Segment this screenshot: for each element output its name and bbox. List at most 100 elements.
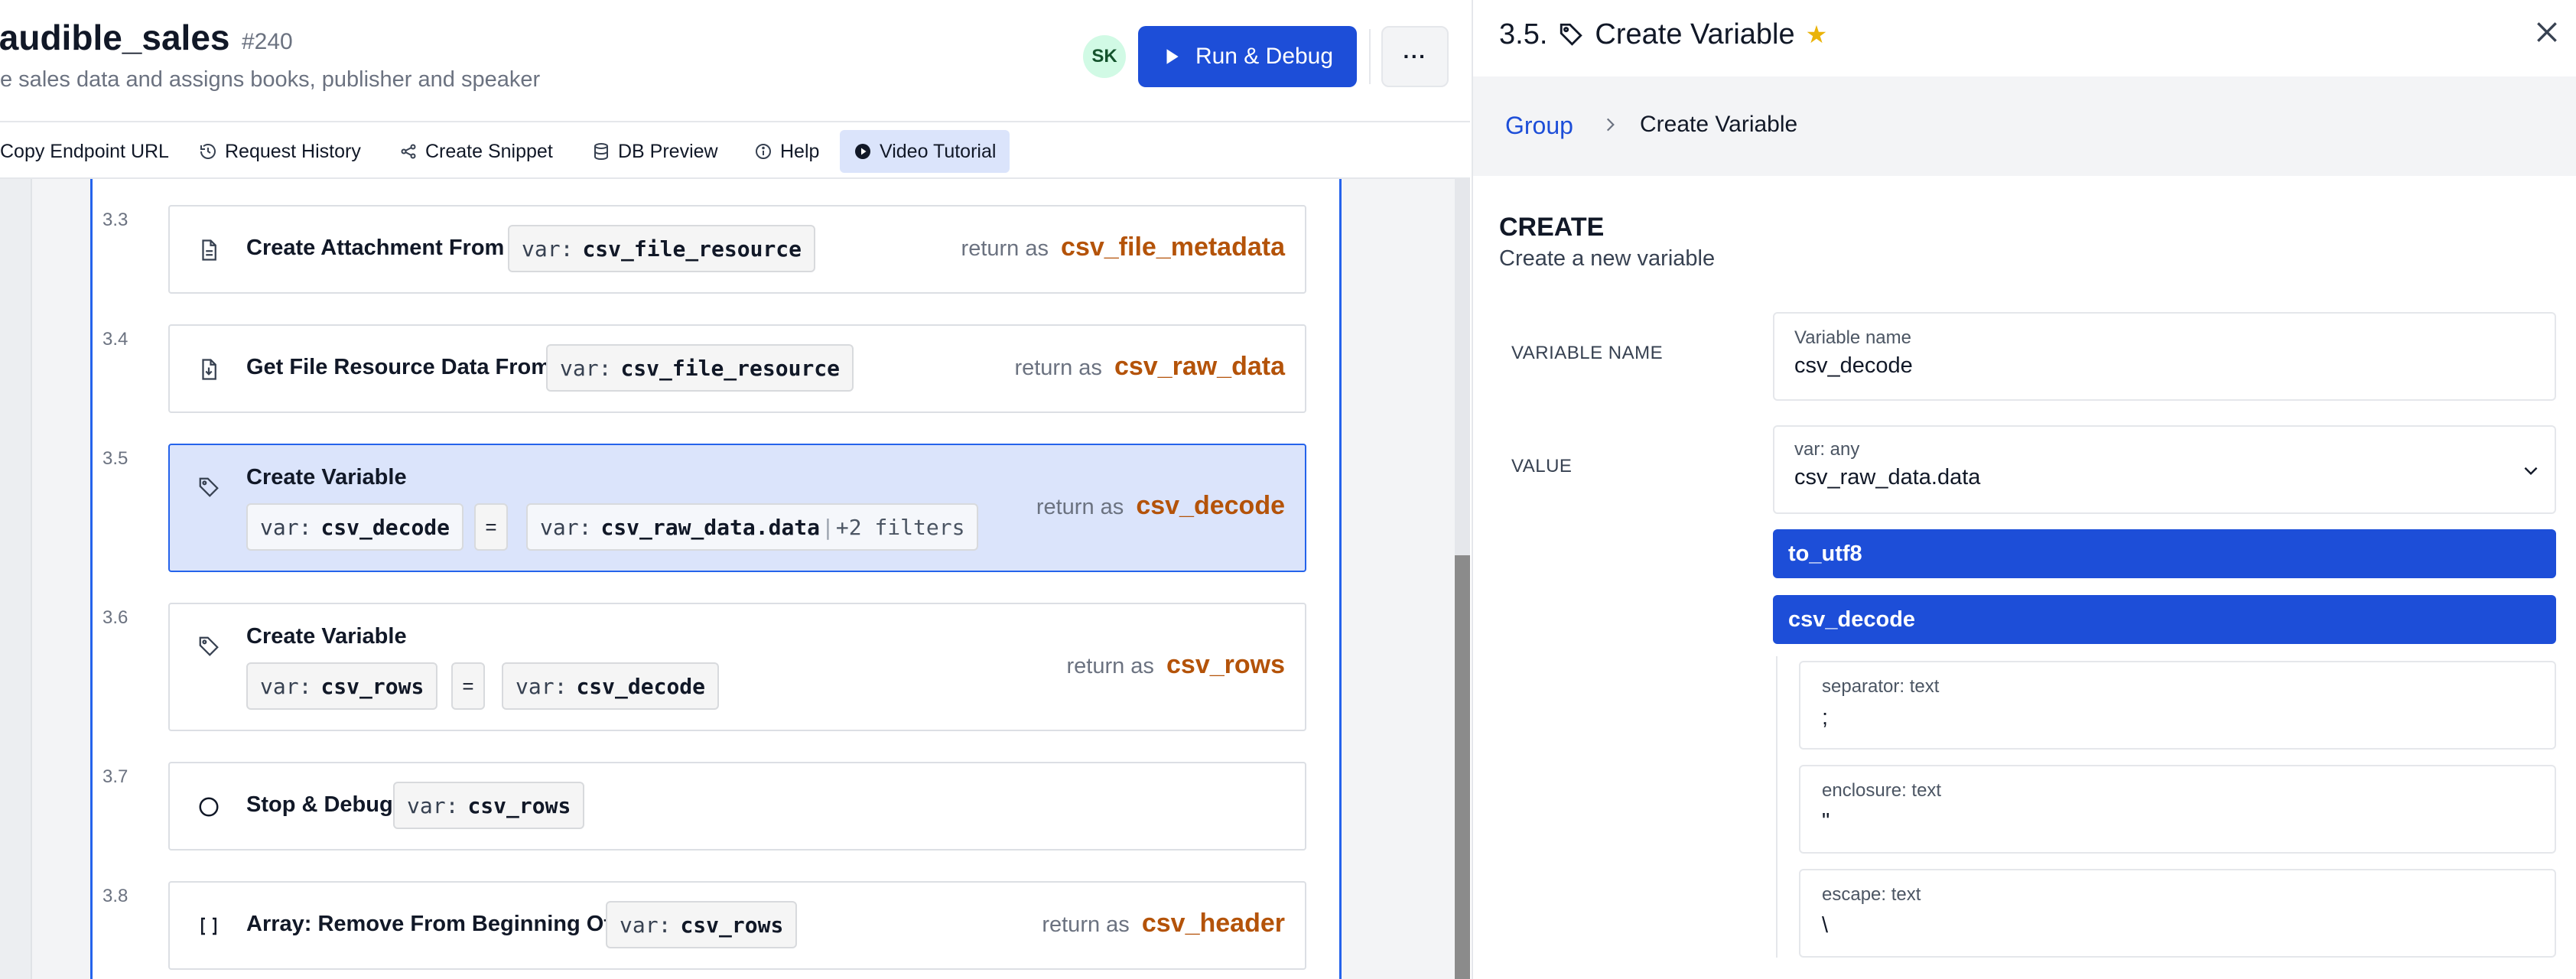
history-icon	[200, 144, 216, 159]
value-chip[interactable]: var: csv_raw_data.data | +2 filters	[526, 503, 979, 551]
filter-separator: |	[821, 514, 834, 540]
video-tutorial-button[interactable]: Video Tutorial	[840, 130, 1010, 173]
variable-name-label: VARIABLE NAME	[1511, 343, 1664, 363]
filter-csv-decode[interactable]: csv_decode	[1773, 595, 2556, 644]
info-icon	[756, 144, 771, 159]
copy-endpoint-url-button[interactable]: Copy Endpoint URL	[0, 130, 169, 173]
enclosure-value: "	[1822, 809, 1830, 834]
star-icon[interactable]: ★	[1806, 20, 1828, 49]
file-download-icon	[197, 358, 220, 381]
step-card-3-6[interactable]: Create Variable var: csv_rows = var: csv…	[168, 603, 1306, 731]
database-icon	[594, 143, 608, 161]
endpoint-description: e sales data and assigns books, publishe…	[0, 67, 541, 92]
video-tutorial-label: Video Tutorial	[880, 140, 997, 162]
equals-sign: =	[474, 503, 508, 551]
request-history-button[interactable]: Request History	[199, 130, 361, 173]
chip-name: csv_raw_data.data	[600, 514, 821, 540]
return-name[interactable]: csv_raw_data	[1114, 352, 1285, 381]
variable-name-value: csv_decode	[1794, 353, 1913, 378]
section-subtitle: Create a new variable	[1499, 246, 1716, 271]
return-name[interactable]: csv_decode	[1136, 491, 1285, 520]
step-label: Array: Remove From Beginning Of	[246, 912, 611, 936]
step-card-3-4[interactable]: Get File Resource Data From var: csv_fil…	[168, 324, 1306, 413]
more-options-button[interactable]: ···	[1381, 26, 1449, 87]
value-value: csv_raw_data.data	[1794, 465, 1981, 490]
chip-name: csv_decode	[320, 514, 450, 540]
step-card-3-3[interactable]: Create Attachment From var: csv_file_res…	[168, 205, 1306, 294]
play-icon	[1166, 49, 1179, 64]
panel-title-text: Create Variable	[1595, 18, 1795, 50]
avatar[interactable]: SK	[1083, 35, 1126, 78]
brackets-icon	[197, 915, 220, 938]
step-label: Create Variable	[246, 465, 407, 490]
value-chip[interactable]: var: csv_decode	[502, 662, 720, 710]
return-name[interactable]: csv_header	[1142, 909, 1285, 938]
create-snippet-button[interactable]: Create Snippet	[399, 130, 553, 173]
endpoint-toolbar: Copy Endpoint URL Request History Create…	[0, 121, 1470, 179]
variable-chip[interactable]: var: csv_file_resource	[508, 225, 816, 272]
step-card-3-8[interactable]: Array: Remove From Beginning Of var: csv…	[168, 881, 1306, 970]
variable-chip[interactable]: var: csv_rows	[606, 901, 798, 948]
play-circle-icon	[855, 144, 870, 159]
step-number: 3.3	[102, 210, 128, 230]
filter-count: +2 filters	[835, 514, 965, 540]
step-card-3-5[interactable]: Create Variable var: csv_decode = var: c…	[168, 444, 1306, 572]
chip-name: csv_rows	[320, 673, 424, 699]
return-prefix: return as	[1014, 356, 1102, 380]
breadcrumb-group-link[interactable]: Group	[1505, 112, 1573, 140]
run-debug-label: Run & Debug	[1195, 44, 1334, 69]
step-settings-panel: 3.5. Create Variable ★ Group Create Vari…	[1472, 0, 2576, 979]
panel-step-number: 3.5.	[1499, 18, 1548, 50]
return-prefix: return as	[961, 236, 1049, 261]
chip-prefix: var:	[560, 355, 612, 381]
circle-icon	[197, 795, 220, 818]
escape-value: \	[1822, 913, 1829, 938]
header-divider	[1369, 29, 1371, 84]
escape-label: escape: text	[1822, 884, 1921, 905]
chip-prefix: var:	[540, 514, 592, 540]
return-prefix: return as	[1036, 495, 1124, 519]
value-select[interactable]: var: any csv_raw_data.data	[1773, 425, 2556, 514]
return-name[interactable]: csv_rows	[1166, 650, 1285, 679]
variable-chip[interactable]: var: csv_decode	[246, 503, 464, 551]
variable-name-field[interactable]: Variable name csv_decode	[1773, 312, 2556, 401]
tag-icon	[197, 476, 220, 499]
enclosure-label: enclosure: text	[1822, 780, 1942, 801]
close-icon	[2537, 22, 2557, 42]
return-prefix: return as	[1066, 654, 1154, 678]
help-button[interactable]: Help	[754, 130, 819, 173]
step-number: 3.6	[102, 607, 128, 628]
variable-chip[interactable]: var: csv_file_resource	[546, 344, 854, 392]
chip-prefix: var:	[260, 514, 312, 540]
copy-endpoint-url-label: Copy Endpoint URL	[0, 140, 169, 162]
chip-prefix: var:	[522, 236, 574, 262]
variable-chip[interactable]: var: csv_rows	[393, 782, 585, 829]
step-number: 3.4	[102, 329, 128, 350]
run-debug-button[interactable]: Run & Debug	[1138, 26, 1357, 87]
canvas-scroll-thumb[interactable]	[1455, 555, 1470, 979]
step-card-3-7[interactable]: Stop & Debug var: csv_rows	[168, 762, 1306, 851]
return-name[interactable]: csv_file_metadata	[1061, 233, 1285, 262]
chip-prefix: var:	[620, 912, 672, 938]
db-preview-button[interactable]: DB Preview	[592, 130, 718, 173]
breadcrumb: Group Create Variable	[1473, 76, 2576, 176]
chip-name: csv_rows	[680, 912, 784, 938]
workflow-canvas[interactable]: 3.3 Create Attachment From var: csv_file…	[0, 179, 1470, 979]
workflow-editor: /audible_sales #240 e sales data and ass…	[0, 0, 1470, 979]
separator-field[interactable]: separator: text ;	[1799, 661, 2556, 750]
equals-sign: =	[451, 662, 485, 710]
chip-prefix: var:	[516, 673, 568, 699]
variable-name-placeholder: Variable name	[1794, 327, 1911, 348]
endpoint-header: /audible_sales #240 e sales data and ass…	[0, 0, 1470, 121]
variable-chip[interactable]: var: csv_rows	[246, 662, 438, 710]
filter-to-utf8[interactable]: to_utf8	[1773, 529, 2556, 578]
close-button[interactable]	[2532, 17, 2562, 47]
canvas-gutter	[0, 179, 32, 979]
chip-name: csv_file_resource	[582, 236, 802, 262]
return-as: return as csv_header	[1042, 909, 1285, 938]
endpoint-id: #240	[242, 29, 293, 54]
escape-field[interactable]: escape: text \	[1799, 869, 2556, 958]
enclosure-field[interactable]: enclosure: text "	[1799, 765, 2556, 854]
db-preview-label: DB Preview	[618, 140, 718, 162]
tag-icon	[197, 635, 220, 658]
